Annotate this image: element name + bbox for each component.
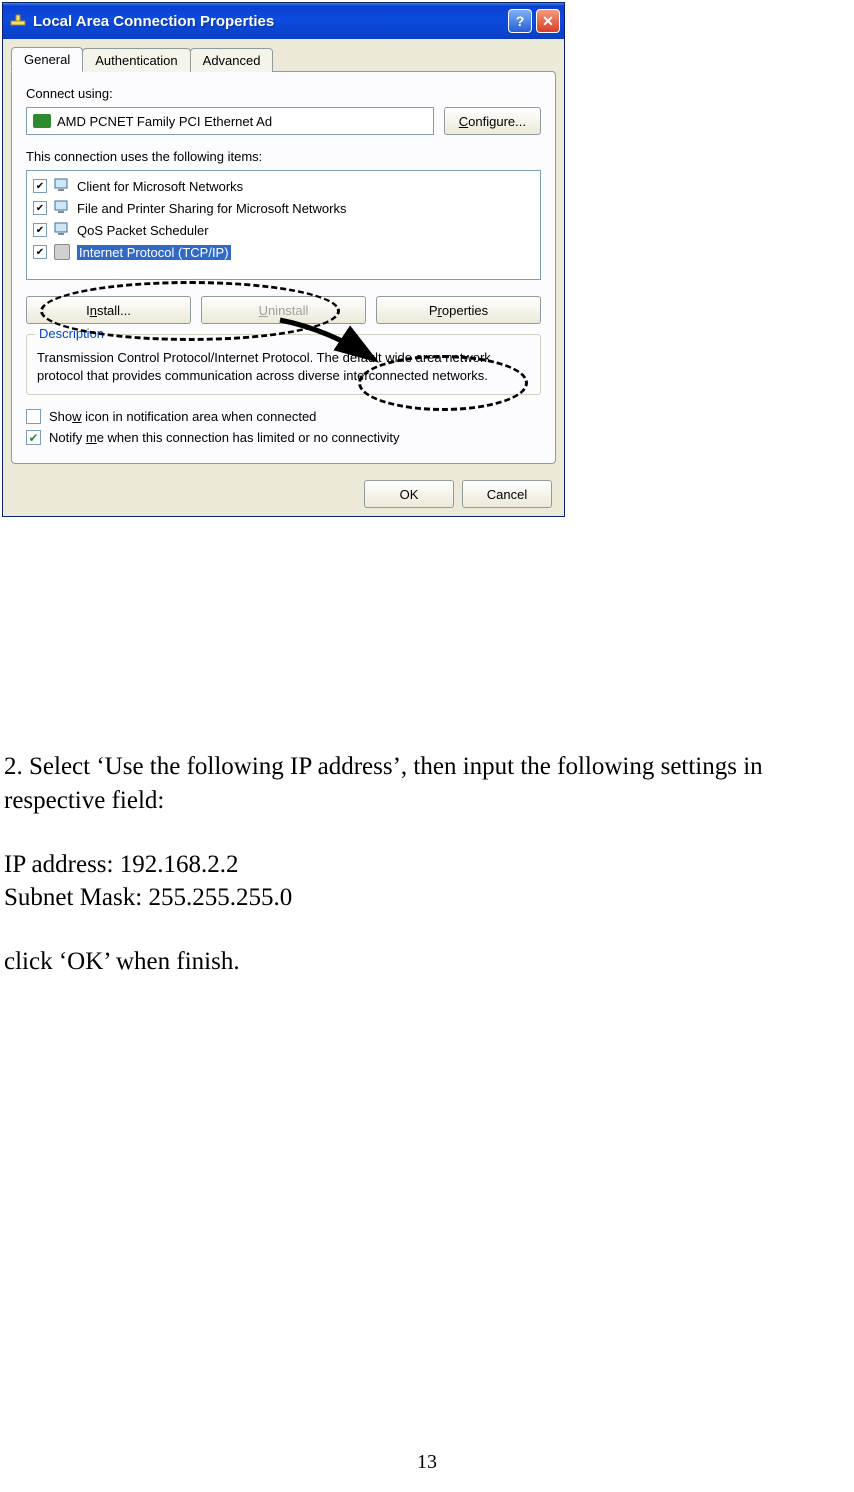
tab-authentication[interactable]: Authentication (82, 48, 190, 72)
show-icon-row[interactable]: Show icon in notification area when conn… (26, 409, 541, 424)
checkbox[interactable] (33, 223, 47, 237)
notify-label: Notify me when this connection has limit… (49, 430, 399, 445)
list-item[interactable]: Client for Microsoft Networks (29, 175, 538, 197)
show-icon-checkbox[interactable] (26, 409, 41, 424)
dialog-title: Local Area Connection Properties (33, 13, 504, 30)
client-icon (53, 177, 71, 195)
titlebar[interactable]: Local Area Connection Properties ? ✕ (3, 3, 564, 39)
notify-checkbox[interactable] (26, 430, 41, 445)
connect-using-label: Connect using: (26, 86, 541, 101)
instruction-text: 2. Select ‘Use the following IP address’… (0, 750, 854, 979)
list-item[interactable]: QoS Packet Scheduler (29, 219, 538, 241)
show-icon-label: Show icon in notification area when conn… (49, 409, 316, 424)
dialog-footer: OK Cancel (3, 472, 564, 516)
service-icon (53, 199, 71, 217)
step-text: 2. Select ‘Use the following IP address’… (4, 750, 850, 818)
ip-line: IP address: 192.168.2.2 (4, 848, 850, 882)
system-icon (9, 12, 27, 30)
service-icon (53, 221, 71, 239)
adapter-name: AMD PCNET Family PCI Ethernet Ad (57, 114, 272, 129)
item-label: Internet Protocol (TCP/IP) (77, 245, 231, 260)
list-item-selected[interactable]: Internet Protocol (TCP/IP) (29, 241, 538, 263)
uninstall-button: Uninstall (201, 296, 366, 324)
adapter-field[interactable]: AMD PCNET Family PCI Ethernet Ad (26, 107, 434, 135)
properties-button[interactable]: Properties (376, 296, 541, 324)
items-listbox[interactable]: Client for Microsoft Networks File and P… (26, 170, 541, 280)
install-button[interactable]: Install... (26, 296, 191, 324)
item-label: Client for Microsoft Networks (77, 179, 243, 194)
description-group: Description Transmission Control Protoco… (26, 334, 541, 395)
checkbox[interactable] (33, 201, 47, 215)
tab-body: Connect using: AMD PCNET Family PCI Ethe… (11, 71, 556, 464)
notify-row[interactable]: Notify me when this connection has limit… (26, 430, 541, 445)
item-label: File and Printer Sharing for Microsoft N… (77, 201, 346, 216)
connection-properties-dialog: Local Area Connection Properties ? ✕ Gen… (2, 2, 565, 517)
item-label: QoS Packet Scheduler (77, 223, 209, 238)
close-button[interactable]: ✕ (536, 9, 560, 33)
page-number: 13 (0, 1451, 854, 1474)
help-button[interactable]: ? (508, 9, 532, 33)
finish-line: click ‘OK’ when finish. (4, 945, 850, 979)
description-text: Transmission Control Protocol/Internet P… (37, 349, 530, 384)
checkbox[interactable] (33, 179, 47, 193)
tab-advanced[interactable]: Advanced (190, 48, 274, 72)
tab-general[interactable]: General (11, 47, 83, 72)
cancel-button[interactable]: Cancel (462, 480, 552, 508)
items-label: This connection uses the following items… (26, 149, 541, 164)
checkbox[interactable] (33, 245, 47, 259)
mask-line: Subnet Mask: 255.255.255.0 (4, 881, 850, 915)
description-legend: Description (35, 326, 108, 341)
list-item[interactable]: File and Printer Sharing for Microsoft N… (29, 197, 538, 219)
nic-icon (33, 114, 51, 128)
tab-strip: General Authentication Advanced (11, 47, 556, 72)
configure-button[interactable]: Configure... (444, 107, 541, 135)
ok-button[interactable]: OK (364, 480, 454, 508)
protocol-icon (53, 243, 71, 261)
